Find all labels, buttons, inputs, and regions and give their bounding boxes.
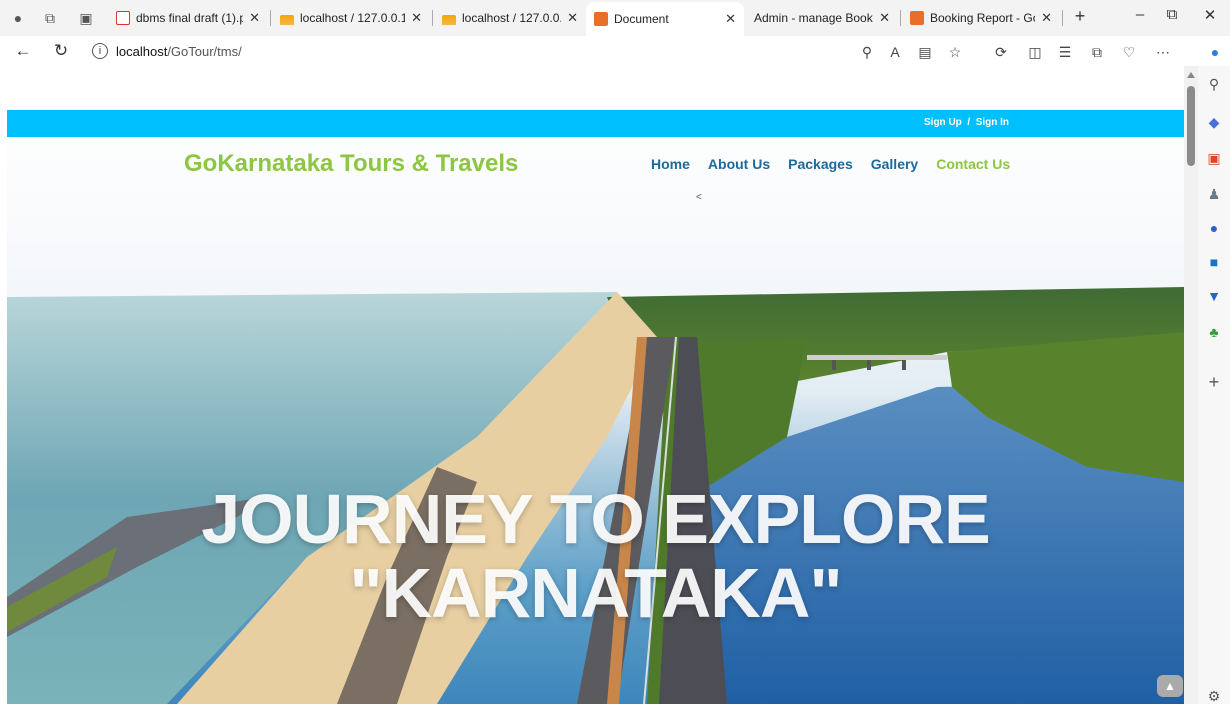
- profile-icon[interactable]: ●: [8, 8, 28, 28]
- tab-title: Admin - manage Bookin: [754, 11, 874, 25]
- tab-title: dbms final draft (1).pdf: [136, 11, 244, 25]
- url-host: localhost: [116, 43, 168, 59]
- hero-banner: GoKarnataka Tours & Travels Home About U…: [7, 137, 1184, 704]
- tab-separator: [432, 10, 433, 26]
- close-icon[interactable]: ✕: [1041, 10, 1052, 26]
- games-icon[interactable]: ♟: [1204, 184, 1224, 204]
- page-scrollbar[interactable]: [1184, 66, 1198, 704]
- search-icon[interactable]: ⚲: [1204, 74, 1224, 94]
- tools-briefcase-icon[interactable]: ▣: [1204, 148, 1224, 168]
- drop-icon[interactable]: ▼: [1204, 286, 1224, 306]
- close-icon[interactable]: ✕: [411, 10, 422, 26]
- auth-links: Sign Up / Sign In: [924, 117, 1009, 128]
- hero-headline: JOURNEY TO EXPLORE "KARNATAKA": [7, 482, 1184, 630]
- tab-title: Booking Report - GoKarn: [930, 11, 1035, 25]
- split-screen-icon[interactable]: ◫: [1024, 42, 1046, 62]
- headline-line-2: "KARNATAKA": [349, 554, 842, 632]
- favorite-star-icon[interactable]: ☆: [944, 42, 966, 62]
- top-bar: Sign Up / Sign In: [7, 110, 1184, 137]
- tab-phpmyadmin-1[interactable]: localhost / 127.0.0.1 | ph ✕: [272, 4, 430, 32]
- tree-icon[interactable]: ♣: [1204, 322, 1224, 342]
- refresh-icon[interactable]: ↻: [50, 40, 72, 62]
- edge-sidebar: ⚲ ◆ ▣ ♟ ● ■ ▼ ♣ + ⚙: [1198, 66, 1230, 704]
- tab-pdf[interactable]: dbms final draft (1).pdf ✕: [108, 4, 268, 32]
- tab-document-active[interactable]: Document ✕: [586, 2, 744, 36]
- scroll-thumb[interactable]: [1187, 86, 1195, 166]
- tab-separator: [270, 10, 271, 26]
- reader-view-icon[interactable]: ▤: [914, 42, 936, 62]
- nav-caret-icon[interactable]: <: [696, 192, 702, 203]
- headline-line-1: JOURNEY TO EXPLORE: [201, 480, 991, 558]
- nav-gallery[interactable]: Gallery: [871, 156, 918, 172]
- phpmyadmin-icon: [442, 15, 456, 25]
- web-page: Sign Up / Sign In GoKarnataka Tours & Tr…: [7, 66, 1184, 704]
- close-icon[interactable]: ✕: [249, 10, 260, 26]
- scroll-up-arrow-icon[interactable]: [1187, 72, 1195, 78]
- restore-icon[interactable]: ⧉: [1160, 6, 1184, 23]
- more-menu-icon[interactable]: ⋯: [1152, 42, 1174, 62]
- pdf-icon: [116, 11, 130, 25]
- browser-essentials-icon[interactable]: ♡: [1118, 42, 1140, 62]
- microsoft-365-icon[interactable]: ●: [1204, 218, 1224, 238]
- close-icon[interactable]: ✕: [725, 11, 736, 27]
- read-aloud-icon[interactable]: A: [884, 42, 906, 62]
- nav-packages[interactable]: Packages: [788, 156, 853, 172]
- workspaces-icon[interactable]: ⧉: [40, 8, 60, 28]
- close-icon[interactable]: ✕: [879, 10, 890, 26]
- main-nav: Home About Us Packages Gallery Contact U…: [651, 156, 1010, 172]
- url-path: /GoTour/tms/: [167, 43, 242, 59]
- tab-actions-icon[interactable]: ▣: [76, 8, 96, 28]
- sign-up-link[interactable]: Sign Up: [924, 117, 962, 128]
- tab-admin-manage[interactable]: Admin - manage Bookin ✕: [746, 4, 898, 84]
- tab-title: localhost / 127.0.0.1 / to: [462, 11, 561, 25]
- sidebar-settings-icon[interactable]: ⚙: [1204, 686, 1224, 706]
- tab-booking-report[interactable]: Booking Report - GoKarn ✕: [902, 4, 1060, 32]
- new-tab-button[interactable]: +: [1068, 6, 1092, 27]
- collections-icon[interactable]: ⧉: [1086, 42, 1108, 62]
- add-sidebar-item-icon[interactable]: +: [1204, 372, 1224, 392]
- favorites-list-icon[interactable]: ☰: [1054, 42, 1076, 62]
- extensions-icon[interactable]: ⟳: [990, 42, 1012, 62]
- close-icon[interactable]: ✕: [567, 10, 578, 26]
- sign-in-link[interactable]: Sign In: [976, 117, 1009, 128]
- zoom-icon[interactable]: ⚲: [856, 42, 878, 62]
- address-bar[interactable]: i localhost/GoTour/tms/: [86, 40, 886, 62]
- nav-home[interactable]: Home: [651, 156, 690, 172]
- window-close-icon[interactable]: ✕: [1198, 6, 1222, 24]
- outlook-icon[interactable]: ■: [1204, 252, 1224, 272]
- brand-logo-text[interactable]: GoKarnataka Tours & Travels: [184, 150, 518, 178]
- nav-contact-us[interactable]: Contact Us: [936, 156, 1010, 172]
- site-info-icon[interactable]: i: [92, 43, 108, 59]
- tab-title: Document: [614, 12, 669, 26]
- minimize-icon[interactable]: –: [1128, 6, 1152, 23]
- shopping-tag-icon[interactable]: ◆: [1204, 112, 1224, 132]
- tab-title: localhost / 127.0.0.1 | ph: [300, 11, 406, 25]
- nav-about-us[interactable]: About Us: [708, 156, 770, 172]
- browser-tab-strip: ● ⧉ ▣ dbms final draft (1).pdf ✕ localho…: [0, 0, 1230, 84]
- auth-separator: /: [967, 117, 971, 128]
- scroll-to-top-button[interactable]: ▲: [1157, 675, 1183, 697]
- back-arrow-icon[interactable]: ←: [12, 40, 34, 62]
- browser-toolbar: ← ↻ i localhost/GoTour/tms/ ⚲ A ▤ ☆ ⟳ ◫ …: [0, 36, 1230, 66]
- phpmyadmin-icon: [280, 15, 294, 25]
- document-icon: [594, 12, 608, 26]
- tab-separator: [900, 10, 901, 26]
- document-icon: [910, 11, 924, 25]
- copilot-icon[interactable]: ●: [1204, 42, 1226, 62]
- tab-phpmyadmin-2[interactable]: localhost / 127.0.0.1 / to ✕: [434, 4, 586, 32]
- tab-separator: [1062, 10, 1063, 26]
